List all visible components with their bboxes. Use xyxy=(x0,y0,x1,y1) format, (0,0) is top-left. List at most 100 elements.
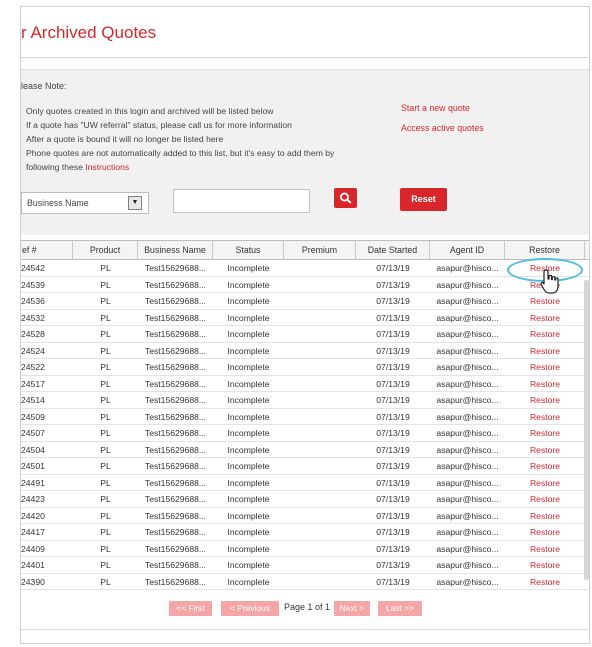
restore-link[interactable]: Restore xyxy=(505,343,585,359)
search-button[interactable] xyxy=(334,188,357,208)
cell-product: PL xyxy=(100,411,111,422)
restore-link[interactable]: Restore xyxy=(505,524,585,540)
next-page-button[interactable]: Next > xyxy=(334,601,370,616)
table-row: 24507 PL Test15629688... Incomplete 07/13/19… xyxy=(21,425,589,442)
header-product[interactable]: Product xyxy=(73,241,138,259)
header-status[interactable]: Status xyxy=(213,241,284,259)
cell-product: PL xyxy=(100,494,111,504)
cell-product: PL xyxy=(100,461,111,471)
table-row: 24501 PL Test15629688... Incomplete 07/13/19… xyxy=(21,458,589,475)
cell-agent-id: asapur@hisco... xyxy=(436,428,499,438)
cell-agent-id: asapur@hisco... xyxy=(436,411,499,422)
cell-business-name: Test15629688... xyxy=(144,279,207,290)
note-line: Phone quotes are not automatically added… xyxy=(26,148,335,158)
start-new-quote-link[interactable]: Start a new quote xyxy=(401,103,484,113)
cell-date-started: 07/13/19 xyxy=(376,477,410,488)
table-row: 24401 PL Test15629688... Incomplete 07/13/19… xyxy=(21,557,589,574)
cell-agent-id: asapur@hisco... xyxy=(436,378,499,389)
cell-premium xyxy=(284,475,356,491)
restore-link[interactable]: Restore xyxy=(505,310,585,326)
cursor-hand-icon xyxy=(540,269,559,294)
header-ref[interactable]: ef # xyxy=(21,241,73,259)
previous-page-button[interactable]: < Previous xyxy=(221,601,279,616)
restore-link[interactable]: Restore xyxy=(505,376,585,392)
cell-date-started: 07/13/19 xyxy=(376,461,410,471)
search-icon xyxy=(340,192,352,204)
search-field-select[interactable]: Business Name ▼ xyxy=(21,192,149,214)
cell-ref: 24542 xyxy=(21,263,45,273)
cell-ref: 24491 xyxy=(21,477,45,488)
cell-agent-id: asapur@hisco... xyxy=(436,444,499,455)
cell-status: Incomplete xyxy=(227,345,270,356)
last-page-button[interactable]: Last >> xyxy=(378,601,422,616)
table-row: 24390 PL Test15629688... Incomplete 07/13/19… xyxy=(21,574,589,590)
cell-ref: 24509 xyxy=(21,411,45,422)
chevron-down-icon[interactable]: ▼ xyxy=(128,196,142,210)
restore-link[interactable]: Restore xyxy=(505,508,585,524)
cell-product: PL xyxy=(100,362,111,372)
reset-button[interactable]: Reset xyxy=(400,188,447,211)
instructions-link[interactable]: Instructions xyxy=(85,162,129,172)
cell-product: PL xyxy=(100,312,111,323)
cell-product: PL xyxy=(100,576,111,587)
cell-product: PL xyxy=(100,510,111,521)
side-links: Start a new quote Access active quotes xyxy=(401,103,484,143)
cell-ref: 24390 xyxy=(21,576,45,587)
cell-ref: 24522 xyxy=(21,362,45,372)
cell-ref: 24536 xyxy=(21,296,45,306)
cell-ref: 24420 xyxy=(21,510,45,521)
restore-link[interactable]: Restore xyxy=(505,442,585,458)
cell-ref: 24417 xyxy=(21,527,45,537)
restore-link[interactable]: Restore xyxy=(505,541,585,557)
restore-link[interactable]: Restore xyxy=(505,326,585,342)
cell-business-name: Test15629688... xyxy=(144,543,207,554)
restore-link[interactable]: Restore xyxy=(505,409,585,425)
first-page-button[interactable]: << First xyxy=(169,601,212,616)
cell-premium xyxy=(284,310,356,326)
restore-link[interactable]: Restore xyxy=(505,574,585,590)
header-date-started[interactable]: Date Started xyxy=(356,241,430,259)
cell-status: Incomplete xyxy=(227,494,270,504)
cell-status: Incomplete xyxy=(227,378,270,389)
cell-business-name: Test15629688... xyxy=(144,263,207,273)
cell-date-started: 07/13/19 xyxy=(376,411,410,422)
cell-ref: 24501 xyxy=(21,461,45,471)
cell-date-started: 07/13/19 xyxy=(376,345,410,356)
access-active-quotes-link[interactable]: Access active quotes xyxy=(401,123,484,133)
table-row: 24522 PL Test15629688... Incomplete 07/13/19… xyxy=(21,359,589,376)
cell-premium xyxy=(284,574,356,590)
cell-ref: 24539 xyxy=(21,279,45,290)
search-input[interactable] xyxy=(173,189,310,213)
cell-status: Incomplete xyxy=(227,263,270,273)
cell-product: PL xyxy=(100,560,111,570)
restore-link[interactable]: Restore xyxy=(505,475,585,491)
cell-premium xyxy=(284,409,356,425)
cell-premium xyxy=(284,376,356,392)
cell-premium xyxy=(284,425,356,441)
restore-link[interactable]: Restore xyxy=(505,359,585,375)
cell-product: PL xyxy=(100,444,111,455)
header-business-name[interactable]: Business Name xyxy=(138,241,213,259)
restore-link[interactable]: Restore xyxy=(505,557,585,573)
header-agent-id[interactable]: Agent ID xyxy=(430,241,505,259)
cell-ref: 24507 xyxy=(21,428,45,438)
table-scrollbar[interactable] xyxy=(584,280,589,580)
cell-ref: 24517 xyxy=(21,378,45,389)
cell-premium xyxy=(284,392,356,408)
restore-link[interactable]: Restore xyxy=(505,425,585,441)
cell-business-name: Test15629688... xyxy=(144,444,207,455)
cell-agent-id: asapur@hisco... xyxy=(436,296,499,306)
cell-date-started: 07/13/19 xyxy=(376,428,410,438)
table-row: 24542 PL Test15629688... Incomplete 07/13/19… xyxy=(21,260,589,277)
cell-premium xyxy=(284,326,356,342)
cell-status: Incomplete xyxy=(227,576,270,587)
cell-date-started: 07/13/19 xyxy=(376,395,410,405)
restore-link[interactable]: Restore xyxy=(505,491,585,507)
cell-ref: 24528 xyxy=(21,329,45,339)
cell-business-name: Test15629688... xyxy=(144,461,207,471)
restore-link[interactable]: Restore xyxy=(505,392,585,408)
header-premium[interactable]: Premium xyxy=(284,241,356,259)
note-line: After a quote is bound it will no longer… xyxy=(26,134,224,144)
restore-link[interactable]: Restore xyxy=(505,458,585,474)
title-divider xyxy=(21,57,589,58)
